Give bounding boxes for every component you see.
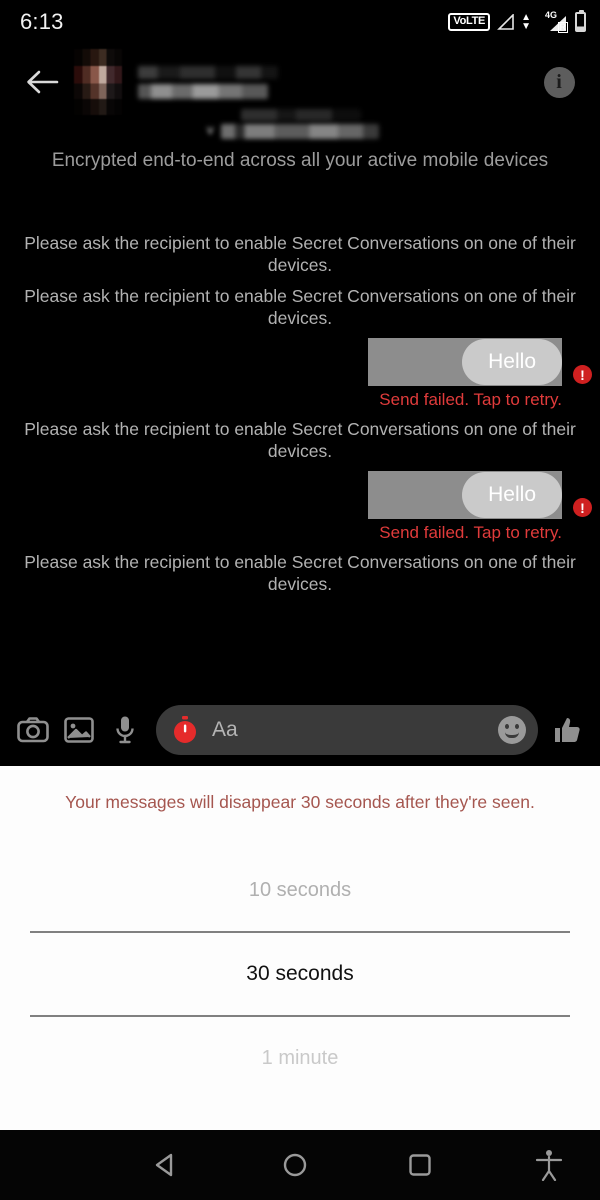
- network-4g-label: 4G: [545, 10, 558, 20]
- info-icon[interactable]: i: [536, 59, 582, 105]
- duration-option-30-seconds[interactable]: 30 seconds: [0, 933, 600, 1015]
- data-arrows-icon: ▲ ▼: [521, 12, 531, 32]
- back-arrow-icon[interactable]: [18, 58, 66, 106]
- contact-name-redacted: [138, 65, 278, 79]
- encryption-note: Encrypted end-to-end across all your act…: [51, 150, 549, 171]
- contact-name-block[interactable]: [138, 65, 278, 99]
- roaming-label: R: [557, 22, 568, 33]
- status-clock: 6:13: [20, 9, 64, 34]
- info-glyph: i: [543, 66, 575, 98]
- nav-home-icon[interactable]: [280, 1150, 310, 1180]
- message-input[interactable]: Aa: [156, 705, 538, 755]
- duration-option-label: 1 minute: [261, 1047, 339, 1069]
- disappearing-timer-icon[interactable]: [170, 715, 200, 745]
- gallery-icon[interactable]: [56, 707, 102, 753]
- message-composer: Aa: [0, 694, 600, 766]
- phone-screen: 6:13 VoLTE ▲ ▼ 4G R i v Encrypted end-to…: [0, 0, 600, 1200]
- thumbs-up-icon[interactable]: [544, 707, 590, 753]
- subtitle-line-1-redacted: [241, 109, 361, 121]
- accessibility-icon[interactable]: [534, 1149, 564, 1181]
- message-bubble[interactable]: Hello: [462, 339, 562, 385]
- send-failed-label[interactable]: Send failed. Tap to retry.: [379, 523, 562, 543]
- system-message: Please ask the recipient to enable Secre…: [24, 286, 576, 328]
- status-bar: 6:13 VoLTE ▲ ▼ 4G R: [0, 0, 600, 44]
- emoji-smiley-icon[interactable]: [498, 716, 526, 744]
- message-thread: Please ask the recipient to enable Secre…: [0, 232, 600, 604]
- contact-handle-redacted: [138, 83, 268, 99]
- camera-icon[interactable]: [10, 707, 56, 753]
- redacted-hint-char: v: [207, 122, 214, 137]
- conversation-subtitle-redacted: v: [0, 109, 600, 139]
- nav-back-icon[interactable]: [150, 1150, 180, 1180]
- duration-option-10-seconds[interactable]: 10 seconds: [0, 849, 600, 931]
- duration-option-label: 10 seconds: [248, 879, 352, 901]
- system-message: Please ask the recipient to enable Secre…: [24, 552, 576, 594]
- send-failed-label[interactable]: Send failed. Tap to retry.: [379, 390, 562, 410]
- duration-picker[interactable]: 10 seconds 30 seconds 1 minute: [0, 849, 600, 1099]
- battery-icon: [575, 10, 586, 32]
- sheet-note: Your messages will disappear 30 seconds …: [65, 792, 535, 812]
- duration-option-1-minute[interactable]: 1 minute: [0, 1017, 600, 1099]
- system-message: Please ask the recipient to enable Secre…: [24, 419, 576, 461]
- volte-badge: VoLTE: [448, 13, 491, 31]
- avatar[interactable]: [74, 49, 122, 115]
- microphone-icon[interactable]: [102, 707, 148, 753]
- outgoing-message-row[interactable]: Hello ! Send failed. Tap to retry.: [0, 338, 600, 416]
- system-message: Please ask the recipient to enable Secre…: [24, 233, 576, 275]
- disappearing-message-picker-sheet: Your messages will disappear 30 seconds …: [0, 766, 600, 1130]
- nav-recents-icon[interactable]: [405, 1150, 435, 1180]
- error-icon[interactable]: !: [573, 498, 592, 517]
- android-nav-bar: [0, 1130, 600, 1200]
- error-icon[interactable]: !: [573, 365, 592, 384]
- status-icon-group: VoLTE ▲ ▼ 4G R: [448, 10, 586, 33]
- subtitle-line-2-redacted: v: [207, 122, 379, 139]
- duration-option-label-selected: 30 seconds: [246, 962, 354, 985]
- message-bubble[interactable]: Hello: [462, 472, 562, 518]
- network-4g-icon: 4G R: [538, 10, 568, 33]
- signal-triangle-icon: [497, 14, 514, 30]
- message-input-placeholder[interactable]: Aa: [212, 718, 498, 742]
- outgoing-message-row[interactable]: Hello ! Send failed. Tap to retry.: [0, 471, 600, 549]
